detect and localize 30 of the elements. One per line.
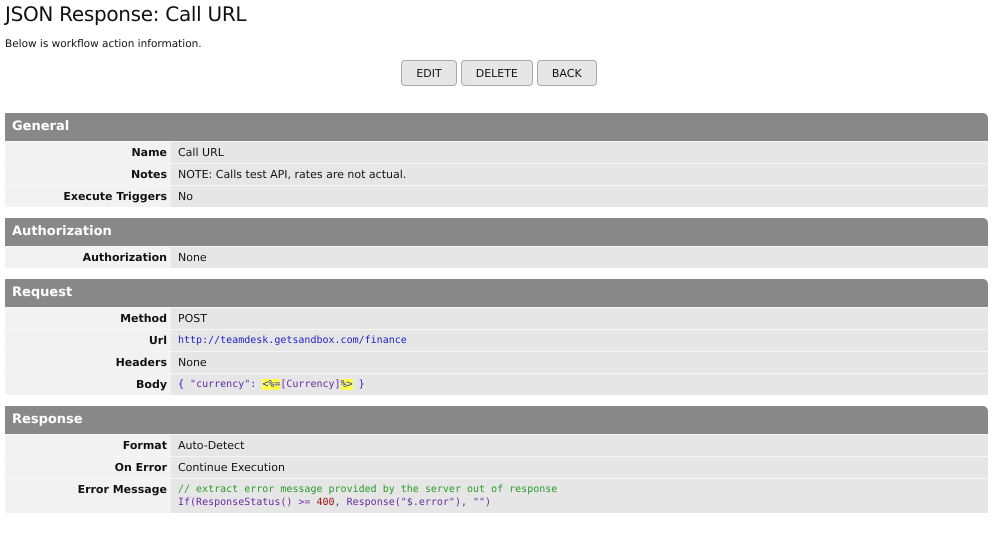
field-label: Authorization — [5, 247, 171, 268]
code-value: // extract error message provided by the server out of response If(ResponseStatus() >= 400, Response("$.error"), "") — [171, 479, 988, 513]
field-value: Call URL — [171, 142, 988, 163]
field-value: No — [171, 186, 988, 207]
section-header: Authorization — [5, 218, 988, 246]
field-value: Auto-Detect — [171, 435, 988, 456]
field-value: None — [171, 247, 988, 268]
field-label: Format — [5, 435, 171, 456]
url-value: http://teamdesk.getsandbox.com/finance — [171, 330, 988, 351]
page-description: Below is workflow action information. — [5, 38, 203, 50]
section-header: General — [5, 113, 988, 141]
field-label: Notes — [5, 164, 171, 185]
field-value: POST — [171, 308, 988, 329]
field-value: NOTE: Calls test API, rates are not actual. — [171, 164, 988, 185]
field-label: Url — [5, 330, 171, 351]
field-label: On Error — [5, 457, 171, 478]
action-button[interactable]: DELETE — [460, 60, 533, 86]
field-label: Name — [5, 142, 171, 163]
field-label: Body — [5, 374, 171, 395]
action-button[interactable]: EDIT — [401, 60, 457, 86]
field-label: Headers — [5, 352, 171, 373]
section-header: Request — [5, 279, 988, 307]
section-header: Response — [5, 406, 988, 434]
field-label: Error Message — [5, 479, 171, 513]
field-label: Method — [5, 308, 171, 329]
action-button[interactable]: BACK — [536, 60, 597, 86]
field-value: Continue Execution — [171, 457, 988, 478]
page-title: JSON Response: Call URL — [5, 2, 248, 26]
field-value: None — [171, 352, 988, 373]
field-label: Execute Triggers — [5, 186, 171, 207]
